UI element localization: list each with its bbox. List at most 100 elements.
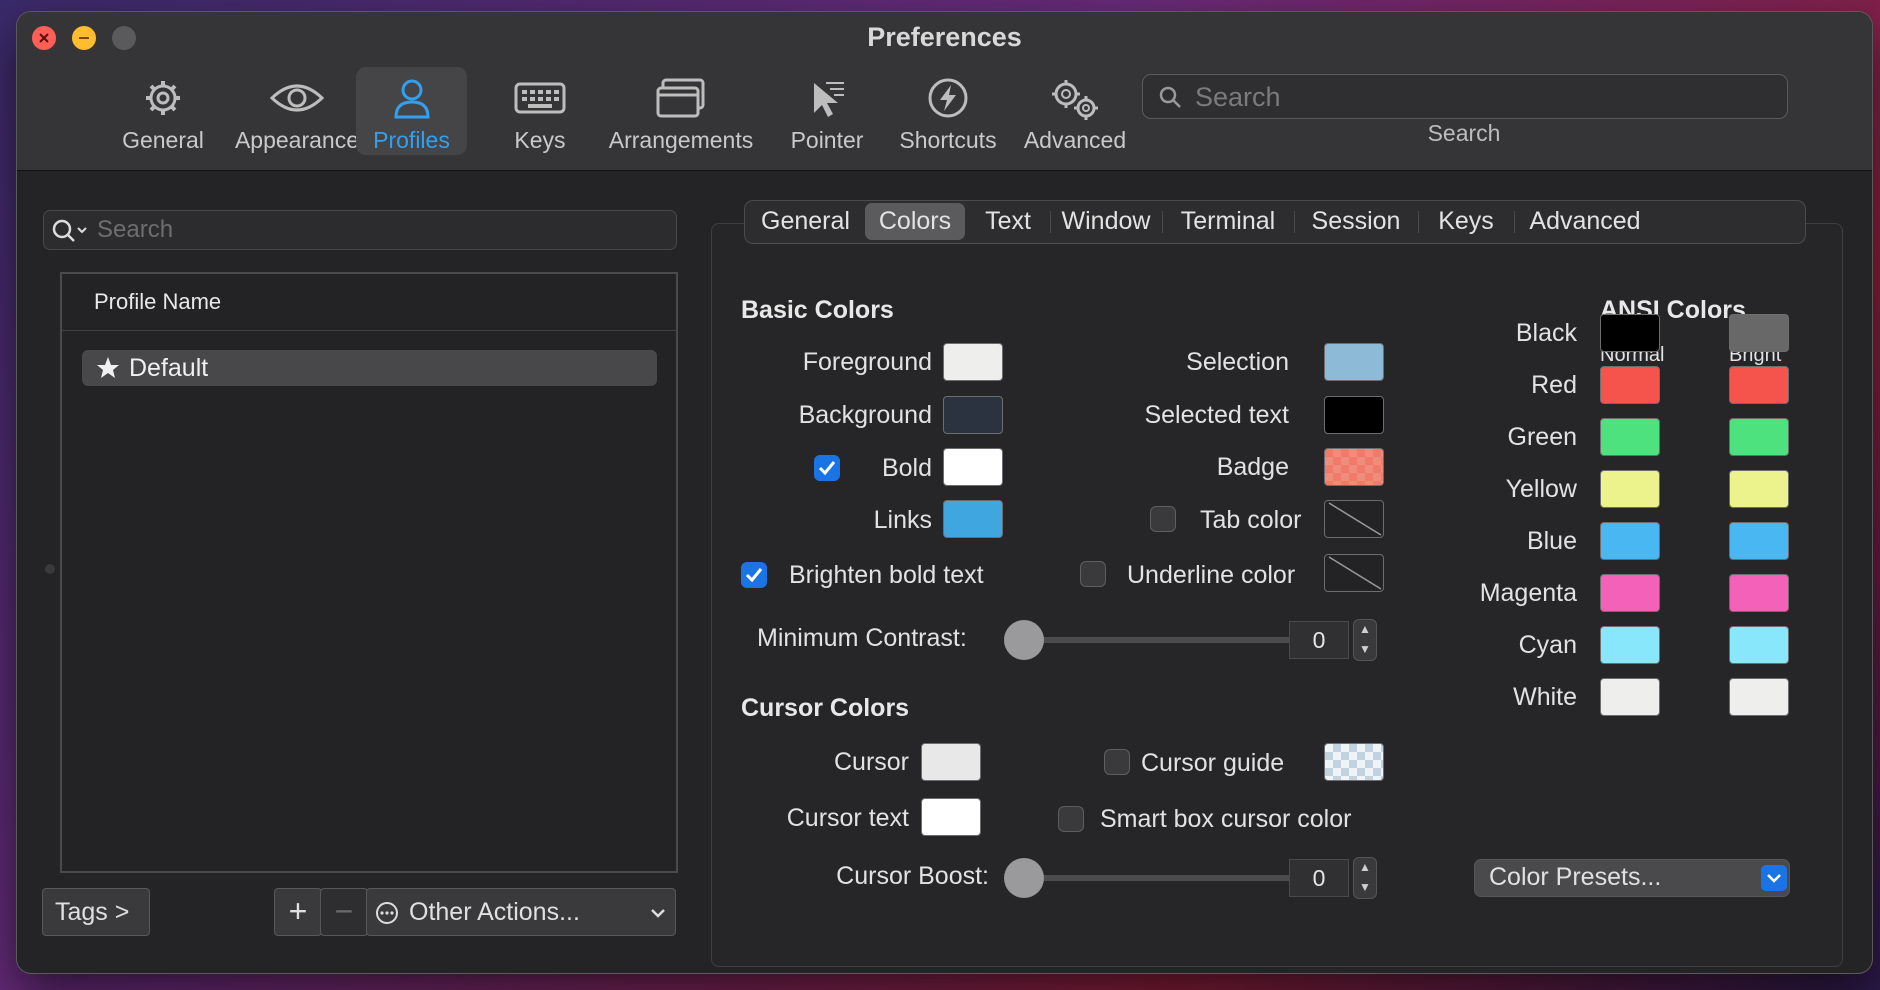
ansi-label-white: White: [1513, 683, 1577, 711]
ansi-black-normal-swatch[interactable]: [1600, 314, 1660, 352]
none-slash-icon: [1328, 502, 1382, 536]
ansi-green-normal-swatch[interactable]: [1600, 418, 1660, 456]
cursor-guide-label: Cursor guide: [1141, 749, 1285, 777]
color-presets-dropdown[interactable]: Color Presets...: [1474, 859, 1790, 897]
add-profile-button[interactable]: +: [274, 888, 322, 936]
profile-tabs: General Colors Text Window Terminal Sess…: [744, 200, 1806, 244]
ansi-magenta-bright-swatch[interactable]: [1729, 574, 1789, 612]
tab-window[interactable]: Window: [1051, 203, 1161, 240]
ansi-label-cyan: Cyan: [1518, 631, 1577, 659]
tab-terminal[interactable]: Terminal: [1163, 203, 1293, 240]
underline-color-checkbox[interactable]: [1080, 561, 1106, 587]
tab-color-checkbox[interactable]: [1150, 506, 1176, 532]
ansi-green-bright-swatch[interactable]: [1729, 418, 1789, 456]
minimum-contrast-field[interactable]: 0: [1289, 621, 1349, 659]
ansi-white-normal-swatch[interactable]: [1600, 678, 1660, 716]
selected-text-swatch[interactable]: [1324, 396, 1384, 434]
ansi-label-red: Red: [1531, 371, 1577, 399]
none-slash-icon: [1328, 556, 1382, 590]
badge-label: Badge: [1216, 453, 1289, 481]
bold-checkbox[interactable]: [814, 455, 840, 481]
minimum-contrast-slider[interactable]: [1024, 637, 1297, 643]
button-label: Tags >: [55, 898, 130, 926]
background-label: Background: [798, 401, 932, 429]
ansi-blue-bright-swatch[interactable]: [1729, 522, 1789, 560]
tab-advanced[interactable]: Advanced: [1515, 203, 1655, 240]
ansi-blue-normal-swatch[interactable]: [1600, 522, 1660, 560]
selected-text-label: Selected text: [1144, 401, 1289, 429]
list-item[interactable]: Default: [82, 350, 657, 386]
brighten-bold-checkbox[interactable]: [741, 562, 767, 588]
tags-button[interactable]: Tags >: [42, 888, 150, 936]
foreground-swatch[interactable]: [943, 343, 1003, 381]
links-label: Links: [873, 506, 932, 534]
profile-search-input[interactable]: Search: [43, 210, 677, 250]
underline-color-swatch[interactable]: [1324, 554, 1384, 592]
ansi-cyan-normal-swatch[interactable]: [1600, 626, 1660, 664]
checkmark-icon: [745, 568, 763, 583]
ansi-label-yellow: Yellow: [1505, 475, 1577, 503]
toolbar-pointer[interactable]: Pointer: [767, 67, 887, 155]
ansi-yellow-bright-swatch[interactable]: [1729, 470, 1789, 508]
toolbar-shortcuts[interactable]: Shortcuts: [883, 67, 1013, 155]
ansi-red-bright-swatch[interactable]: [1729, 366, 1789, 404]
tab-colors[interactable]: Colors: [865, 203, 965, 240]
cursor-boost-slider[interactable]: [1024, 875, 1297, 881]
toolbar-appearance[interactable]: Appearance: [227, 67, 367, 155]
ansi-cyan-bright-swatch[interactable]: [1729, 626, 1789, 664]
toolbar-arrangements[interactable]: Arrangements: [591, 67, 771, 155]
slider-knob[interactable]: [1004, 620, 1044, 660]
remove-profile-button[interactable]: −: [320, 888, 368, 936]
toolbar-keys[interactable]: Keys: [485, 67, 595, 155]
tab-keys[interactable]: Keys: [1419, 203, 1513, 240]
cursor-text-swatch[interactable]: [921, 798, 981, 836]
chevron-down-icon: ▼: [1359, 880, 1371, 894]
profile-list-header[interactable]: Profile Name: [62, 274, 676, 331]
ansi-yellow-normal-swatch[interactable]: [1600, 470, 1660, 508]
ansi-label-blue: Blue: [1526, 527, 1577, 555]
ansi-magenta-normal-swatch[interactable]: [1600, 574, 1660, 612]
toolbar-label: Shortcuts: [899, 127, 997, 153]
keyboard-icon: [514, 82, 566, 114]
links-swatch[interactable]: [943, 500, 1003, 538]
cursor-guide-swatch[interactable]: [1324, 743, 1384, 781]
profile-settings-panel: [711, 223, 1843, 967]
other-actions-dropdown[interactable]: Other Actions...: [366, 888, 676, 936]
ansi-label-magenta: Magenta: [1479, 579, 1577, 607]
tab-text[interactable]: Text: [967, 203, 1049, 240]
selection-swatch[interactable]: [1324, 343, 1384, 381]
smart-box-checkbox[interactable]: [1058, 806, 1084, 832]
slider-knob[interactable]: [1004, 858, 1044, 898]
cursor-boost-field[interactable]: 0: [1289, 859, 1349, 897]
minimum-contrast-stepper[interactable]: ▲ ▼: [1353, 619, 1377, 661]
plus-icon: +: [288, 893, 308, 929]
eye-icon: [269, 84, 325, 112]
ansi-red-normal-swatch[interactable]: [1600, 366, 1660, 404]
cursor-swatch[interactable]: [921, 743, 981, 781]
chevron-down-icon: ▼: [1359, 642, 1371, 656]
ellipsis-circle-icon: [376, 902, 398, 924]
badge-swatch[interactable]: [1324, 448, 1384, 486]
tab-session[interactable]: Session: [1295, 203, 1417, 240]
toolbar-general[interactable]: General: [103, 67, 223, 155]
tab-color-swatch[interactable]: [1324, 500, 1384, 538]
column-header: Profile Name: [94, 289, 222, 314]
profile-name: Default: [129, 354, 209, 382]
toolbar-profiles[interactable]: Profiles: [356, 67, 467, 155]
person-icon: [393, 79, 430, 119]
ansi-black-bright-swatch[interactable]: [1729, 314, 1789, 352]
ansi-white-bright-swatch[interactable]: [1729, 678, 1789, 716]
toolbar-advanced[interactable]: Advanced: [1010, 67, 1140, 155]
search-input[interactable]: Search: [1142, 74, 1788, 119]
split-handle[interactable]: [45, 564, 55, 574]
toolbar-label: Advanced: [1023, 127, 1127, 153]
preferences-window: Preferences General Appearance Profiles …: [17, 12, 1872, 973]
background-swatch[interactable]: [943, 396, 1003, 434]
tab-general[interactable]: General: [748, 203, 863, 240]
button-label: Color Presets...: [1489, 863, 1662, 891]
toolbar: Preferences General Appearance Profiles …: [17, 12, 1872, 171]
cursor-boost-stepper[interactable]: ▲ ▼: [1353, 857, 1377, 899]
cursor-guide-checkbox[interactable]: [1104, 749, 1130, 775]
bold-swatch[interactable]: [943, 448, 1003, 486]
profile-list: Profile Name Default: [60, 272, 678, 873]
